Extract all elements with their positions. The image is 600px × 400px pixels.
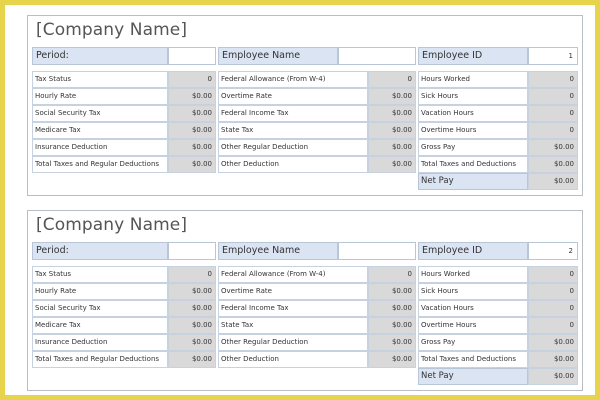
overtime-hours-label: Overtime Hours <box>418 317 528 334</box>
gross-pay-label: Gross Pay <box>418 139 528 156</box>
sick-hours-value[interactable]: 0 <box>528 88 578 105</box>
vacation-hours-label: Vacation Hours <box>418 105 528 122</box>
federal-allowance-label: Federal Allowance (From W-4) <box>218 71 368 88</box>
employee-id-label: Employee ID <box>418 242 528 260</box>
other-regular-deduction-value[interactable]: $0.00 <box>368 334 416 351</box>
net-pay-value[interactable]: $0.00 <box>528 173 578 190</box>
period-value[interactable] <box>168 242 216 260</box>
net-pay-label: Net Pay <box>418 368 528 385</box>
other-regular-deduction-value[interactable]: $0.00 <box>368 139 416 156</box>
overtime-hours-value[interactable]: 0 <box>528 317 578 334</box>
other-deduction-value[interactable]: $0.00 <box>368 156 416 173</box>
employee-id-label: Employee ID <box>418 47 528 65</box>
overtime-hours-label: Overtime Hours <box>418 122 528 139</box>
social-security-tax-label: Social Security Tax <box>32 300 168 317</box>
tax-status-label: Tax Status <box>32 266 168 283</box>
pay-stub-2: [Company Name] Period: Employee Name Emp… <box>27 210 583 391</box>
vacation-hours-value[interactable]: 0 <box>528 105 578 122</box>
social-security-tax-value[interactable]: $0.00 <box>168 300 216 317</box>
overtime-hours-value[interactable]: 0 <box>528 122 578 139</box>
total-taxes-regular-deductions-label: Total Taxes and Regular Deductions <box>32 351 168 368</box>
total-taxes-deductions-value[interactable]: $0.00 <box>528 351 578 368</box>
sick-hours-label: Sick Hours <box>418 88 528 105</box>
overtime-rate-value[interactable]: $0.00 <box>368 88 416 105</box>
medicare-tax-label: Medicare Tax <box>32 122 168 139</box>
hourly-rate-label: Hourly Rate <box>32 283 168 300</box>
hours-worked-value[interactable]: 0 <box>528 266 578 283</box>
pay-stub-1: [Company Name] Period: Employee Name Emp… <box>27 15 583 196</box>
federal-allowance-value[interactable]: 0 <box>368 266 416 283</box>
state-tax-value[interactable]: $0.00 <box>368 317 416 334</box>
social-security-tax-value[interactable]: $0.00 <box>168 105 216 122</box>
federal-allowance-label: Federal Allowance (From W-4) <box>218 266 368 283</box>
insurance-deduction-value[interactable]: $0.00 <box>168 334 216 351</box>
employee-name-label: Employee Name <box>218 242 338 260</box>
vacation-hours-value[interactable]: 0 <box>528 300 578 317</box>
employee-id-value[interactable]: 1 <box>528 47 578 65</box>
overtime-rate-label: Overtime Rate <box>218 88 368 105</box>
sick-hours-label: Sick Hours <box>418 283 528 300</box>
gross-pay-label: Gross Pay <box>418 334 528 351</box>
federal-income-tax-label: Federal Income Tax <box>218 105 368 122</box>
medicare-tax-value[interactable]: $0.00 <box>168 317 216 334</box>
state-tax-label: State Tax <box>218 317 368 334</box>
total-taxes-regular-deductions-label: Total Taxes and Regular Deductions <box>32 156 168 173</box>
period-value[interactable] <box>168 47 216 65</box>
hours-worked-label: Hours Worked <box>418 266 528 283</box>
total-taxes-deductions-label: Total Taxes and Deductions <box>418 351 528 368</box>
tax-status-value[interactable]: 0 <box>168 266 216 283</box>
period-label: Period: <box>32 47 168 65</box>
other-deduction-label: Other Deduction <box>218 351 368 368</box>
other-deduction-value[interactable]: $0.00 <box>368 351 416 368</box>
employee-name-value[interactable] <box>338 242 416 260</box>
other-deduction-label: Other Deduction <box>218 156 368 173</box>
overtime-rate-label: Overtime Rate <box>218 283 368 300</box>
total-taxes-deductions-value[interactable]: $0.00 <box>528 156 578 173</box>
state-tax-value[interactable]: $0.00 <box>368 122 416 139</box>
insurance-deduction-value[interactable]: $0.00 <box>168 139 216 156</box>
company-name: [Company Name] <box>36 215 188 235</box>
document-frame: [Company Name] Period: Employee Name Emp… <box>0 0 600 400</box>
state-tax-label: State Tax <box>218 122 368 139</box>
federal-allowance-value[interactable]: 0 <box>368 71 416 88</box>
medicare-tax-label: Medicare Tax <box>32 317 168 334</box>
other-regular-deduction-label: Other Regular Deduction <box>218 139 368 156</box>
insurance-deduction-label: Insurance Deduction <box>32 139 168 156</box>
net-pay-label: Net Pay <box>418 173 528 190</box>
social-security-tax-label: Social Security Tax <box>32 105 168 122</box>
hourly-rate-value[interactable]: $0.00 <box>168 283 216 300</box>
gross-pay-value[interactable]: $0.00 <box>528 334 578 351</box>
net-pay-value[interactable]: $0.00 <box>528 368 578 385</box>
vacation-hours-label: Vacation Hours <box>418 300 528 317</box>
sick-hours-value[interactable]: 0 <box>528 283 578 300</box>
overtime-rate-value[interactable]: $0.00 <box>368 283 416 300</box>
tax-status-label: Tax Status <box>32 71 168 88</box>
period-label: Period: <box>32 242 168 260</box>
total-taxes-regular-deductions-value[interactable]: $0.00 <box>168 156 216 173</box>
insurance-deduction-label: Insurance Deduction <box>32 334 168 351</box>
tax-status-value[interactable]: 0 <box>168 71 216 88</box>
hourly-rate-label: Hourly Rate <box>32 88 168 105</box>
federal-income-tax-value[interactable]: $0.00 <box>368 300 416 317</box>
hourly-rate-value[interactable]: $0.00 <box>168 88 216 105</box>
company-name: [Company Name] <box>36 20 188 40</box>
federal-income-tax-value[interactable]: $0.00 <box>368 105 416 122</box>
medicare-tax-value[interactable]: $0.00 <box>168 122 216 139</box>
hours-worked-value[interactable]: 0 <box>528 71 578 88</box>
total-taxes-deductions-label: Total Taxes and Deductions <box>418 156 528 173</box>
other-regular-deduction-label: Other Regular Deduction <box>218 334 368 351</box>
employee-name-value[interactable] <box>338 47 416 65</box>
hours-worked-label: Hours Worked <box>418 71 528 88</box>
employee-id-value[interactable]: 2 <box>528 242 578 260</box>
federal-income-tax-label: Federal Income Tax <box>218 300 368 317</box>
total-taxes-regular-deductions-value[interactable]: $0.00 <box>168 351 216 368</box>
employee-name-label: Employee Name <box>218 47 338 65</box>
gross-pay-value[interactable]: $0.00 <box>528 139 578 156</box>
